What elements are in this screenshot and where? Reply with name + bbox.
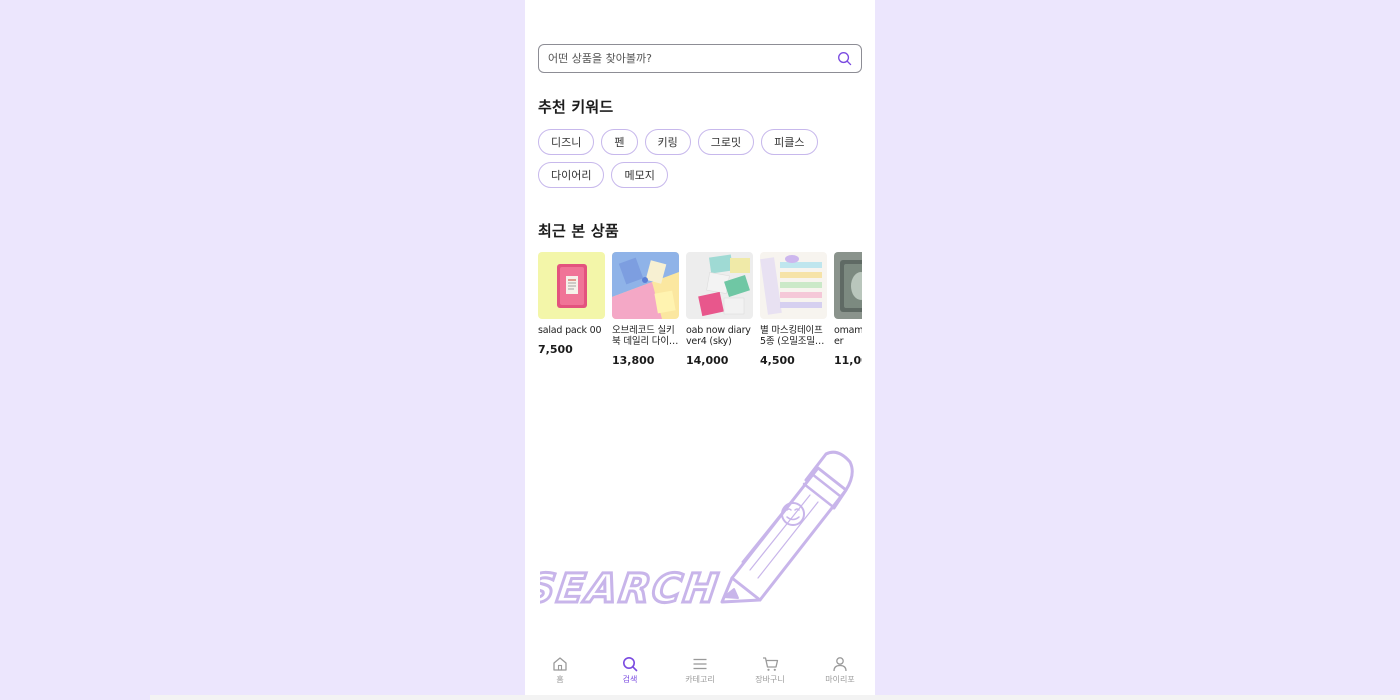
nav-search[interactable]: 검색 xyxy=(595,655,665,695)
product-name: 오브레코드 실키북 데일리 다이… xyxy=(612,325,679,347)
keyword-chip-keyring[interactable]: 키링 xyxy=(644,129,691,155)
search-icon xyxy=(621,655,639,673)
product-image xyxy=(686,252,753,319)
product-image xyxy=(834,252,862,319)
product-image xyxy=(612,252,679,319)
keyword-chip-diary[interactable]: 다이어리 xyxy=(538,162,605,188)
nav-search-label: 검색 xyxy=(622,675,638,684)
search-bar[interactable] xyxy=(538,44,862,73)
product-name: salad pack 003 xyxy=(538,325,602,336)
product-card[interactable]: salad pack 003 7,500 xyxy=(538,252,605,367)
product-price: 14,000 xyxy=(686,354,729,367)
product-card[interactable]: oab now diary ver4 (sky) 14,000 xyxy=(686,252,753,367)
recently-viewed-title: 최근 본 상품 xyxy=(538,222,619,240)
product-name: 별 마스킹테이프 5종 (오밀조밀… xyxy=(760,325,825,347)
keyword-chip-memo[interactable]: 메모지 xyxy=(611,162,668,188)
page-bottom-strip xyxy=(150,695,1400,700)
product-card[interactable]: omamo planner 11,000 xyxy=(834,252,862,367)
product-name: oab now diary ver4 (sky) xyxy=(686,325,751,347)
search-pencil-illustration: SEARCH xyxy=(540,450,854,613)
nav-category-label: 카테고리 xyxy=(685,675,715,684)
nav-mypage-label: 마이리포 xyxy=(825,675,855,684)
recommended-keywords-title: 추천 키워드 xyxy=(538,98,614,116)
product-image xyxy=(760,252,827,319)
product-card[interactable]: 오브레코드 실키북 데일리 다이… 13,800 xyxy=(612,252,679,367)
nav-category[interactable]: 카테고리 xyxy=(665,655,735,695)
product-price: 7,500 xyxy=(538,343,573,356)
keyword-chip-disney[interactable]: 디즈니 xyxy=(538,129,595,155)
search-input[interactable] xyxy=(548,52,836,65)
product-image xyxy=(538,252,605,319)
search-icon[interactable] xyxy=(836,51,852,67)
product-price: 11,000 xyxy=(834,354,862,367)
product-card[interactable]: 별 마스킹테이프 5종 (오밀조밀… 4,500 xyxy=(760,252,827,367)
keyword-chip-pickles[interactable]: 피클스 xyxy=(761,129,818,155)
menu-icon xyxy=(691,655,709,673)
user-icon xyxy=(831,655,849,673)
product-name: omamo planner xyxy=(834,325,862,347)
keyword-chips: 디즈니 펜 키링 그로밋 피클스 다이어리 메모지 xyxy=(538,129,838,188)
product-price: 13,800 xyxy=(612,354,655,367)
bottom-navigation: 홈 검색 카테고리 장바구니 마이리포 xyxy=(525,655,875,695)
nav-cart-label: 장바구니 xyxy=(755,675,785,684)
nav-mypage[interactable]: 마이리포 xyxy=(805,655,875,695)
nav-home[interactable]: 홈 xyxy=(525,655,595,695)
product-price: 4,500 xyxy=(760,354,795,367)
cart-icon xyxy=(761,655,779,673)
recently-viewed-carousel[interactable]: salad pack 003 7,500 오브레코드 실키북 데일리 다이… xyxy=(538,252,862,382)
illustration-text: SEARCH xyxy=(540,566,722,612)
keyword-chip-pen[interactable]: 펜 xyxy=(601,129,638,155)
keyword-chip-gromit[interactable]: 그로밋 xyxy=(697,129,755,155)
home-icon xyxy=(551,655,569,673)
mobile-screen: 추천 키워드 디즈니 펜 키링 그로밋 피클스 다이어리 메모지 최근 본 상품 xyxy=(525,0,875,695)
nav-cart[interactable]: 장바구니 xyxy=(735,655,805,695)
nav-home-label: 홈 xyxy=(556,675,564,684)
